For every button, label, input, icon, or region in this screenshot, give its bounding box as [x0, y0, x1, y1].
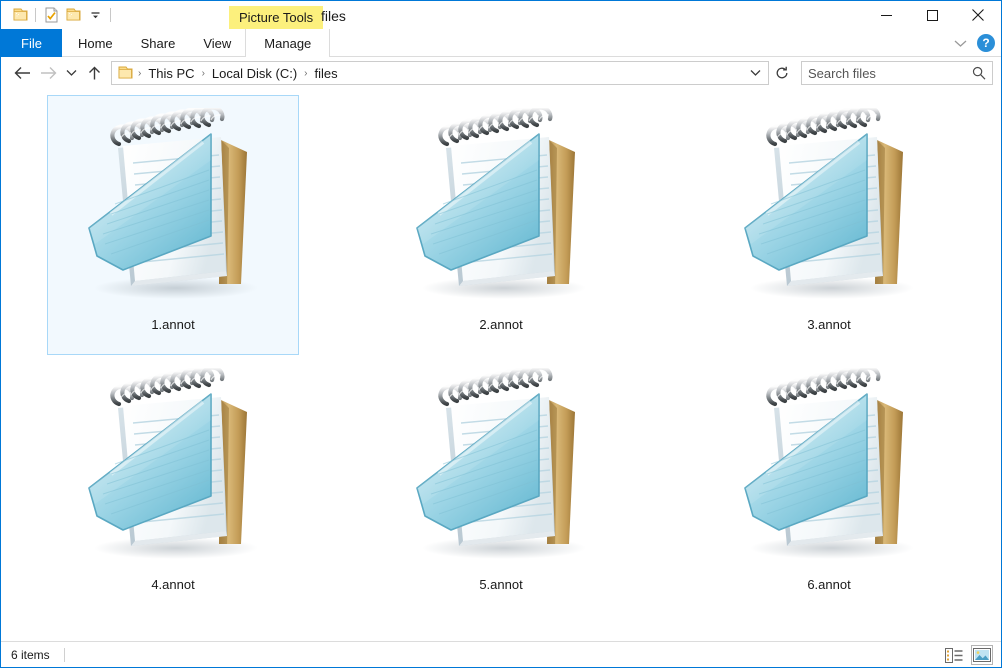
- view-mode-buttons: [943, 642, 993, 668]
- breadcrumb-local-disk[interactable]: Local Disk (C:): [206, 62, 303, 84]
- address-dropdown-icon[interactable]: [744, 62, 766, 84]
- collapse-ribbon-chevron-icon[interactable]: [954, 39, 967, 48]
- file-name-label: 4.annot: [151, 577, 195, 592]
- breadcrumb-folder-icon: [114, 66, 137, 80]
- file-item[interactable]: 4.annot: [47, 355, 299, 615]
- file-name-label: 5.annot: [479, 577, 523, 592]
- breadcrumb-bar[interactable]: › This PC › Local Disk (C:) › files: [111, 61, 769, 85]
- search-icon[interactable]: [972, 66, 986, 80]
- notepad-file-icon: [714, 102, 944, 314]
- recent-locations-chevron-icon[interactable]: [61, 60, 81, 86]
- window-title: files: [321, 8, 346, 24]
- address-bar: › This PC › Local Disk (C:) › files Sear…: [1, 57, 1001, 89]
- customize-chevron-icon[interactable]: [84, 4, 106, 26]
- window-controls: [863, 1, 1001, 29]
- new-folder-icon[interactable]: [62, 4, 84, 26]
- file-item[interactable]: 5.annot: [375, 355, 627, 615]
- forward-button[interactable]: [35, 60, 61, 86]
- breadcrumb-files[interactable]: files: [309, 62, 344, 84]
- properties-icon[interactable]: [40, 4, 62, 26]
- quick-access-toolbar: [1, 4, 115, 26]
- file-explorer-window: Picture Tools files File Home Share View…: [0, 0, 1002, 668]
- tab-share[interactable]: Share: [127, 29, 190, 57]
- grid-cell: 2.annot: [337, 95, 665, 355]
- close-button[interactable]: [955, 1, 1001, 29]
- file-item[interactable]: 1.annot: [47, 95, 299, 355]
- maximize-button[interactable]: [909, 1, 955, 29]
- item-count-label: 6 items: [11, 647, 50, 662]
- file-item[interactable]: 3.annot: [703, 95, 955, 355]
- notepad-file-icon: [386, 362, 616, 574]
- search-box[interactable]: Search files: [801, 61, 993, 85]
- file-name-label: 6.annot: [807, 577, 851, 592]
- tab-home[interactable]: Home: [64, 29, 127, 57]
- refresh-icon[interactable]: [771, 62, 793, 84]
- ribbon-right-controls: ?: [954, 29, 995, 57]
- notepad-file-icon: [386, 102, 616, 314]
- ribbon-tab-strip: File Home Share View Manage ?: [1, 29, 1001, 57]
- toolbar-separator: [35, 8, 36, 22]
- status-separator: [63, 647, 65, 662]
- status-bar: 6 items: [1, 641, 1001, 667]
- icon-grid: 1.annot 2.annot 3.annot 4.annot 5.annot …: [1, 95, 1001, 615]
- folder-icon[interactable]: [9, 4, 31, 26]
- search-input[interactable]: Search files: [808, 66, 972, 81]
- tab-manage[interactable]: Manage: [245, 29, 331, 57]
- file-name-label: 1.annot: [151, 317, 195, 332]
- toolbar-separator-2: [110, 8, 111, 22]
- grid-cell: 6.annot: [665, 355, 993, 615]
- notepad-file-icon: [58, 102, 288, 314]
- grid-cell: 1.annot: [9, 95, 337, 355]
- back-button[interactable]: [9, 60, 35, 86]
- help-icon[interactable]: ?: [977, 34, 995, 52]
- title-bar: Picture Tools files: [1, 1, 1001, 29]
- minimize-button[interactable]: [863, 1, 909, 29]
- notepad-file-icon: [58, 362, 288, 574]
- file-item[interactable]: 6.annot: [703, 355, 955, 615]
- file-item[interactable]: 2.annot: [375, 95, 627, 355]
- file-list-view[interactable]: 1.annot 2.annot 3.annot 4.annot 5.annot …: [1, 89, 1001, 641]
- large-icons-view-button[interactable]: [971, 645, 993, 665]
- grid-cell: 3.annot: [665, 95, 993, 355]
- tab-file[interactable]: File: [1, 29, 62, 57]
- notepad-file-icon: [714, 362, 944, 574]
- details-view-button[interactable]: [943, 645, 965, 665]
- file-name-label: 2.annot: [479, 317, 523, 332]
- up-button[interactable]: [81, 60, 107, 86]
- grid-cell: 5.annot: [337, 355, 665, 615]
- tab-view[interactable]: View: [189, 29, 245, 57]
- contextual-tab-group-label: Picture Tools: [229, 6, 324, 29]
- breadcrumb-this-pc[interactable]: This PC: [142, 62, 200, 84]
- file-name-label: 3.annot: [807, 317, 851, 332]
- grid-cell: 4.annot: [9, 355, 337, 615]
